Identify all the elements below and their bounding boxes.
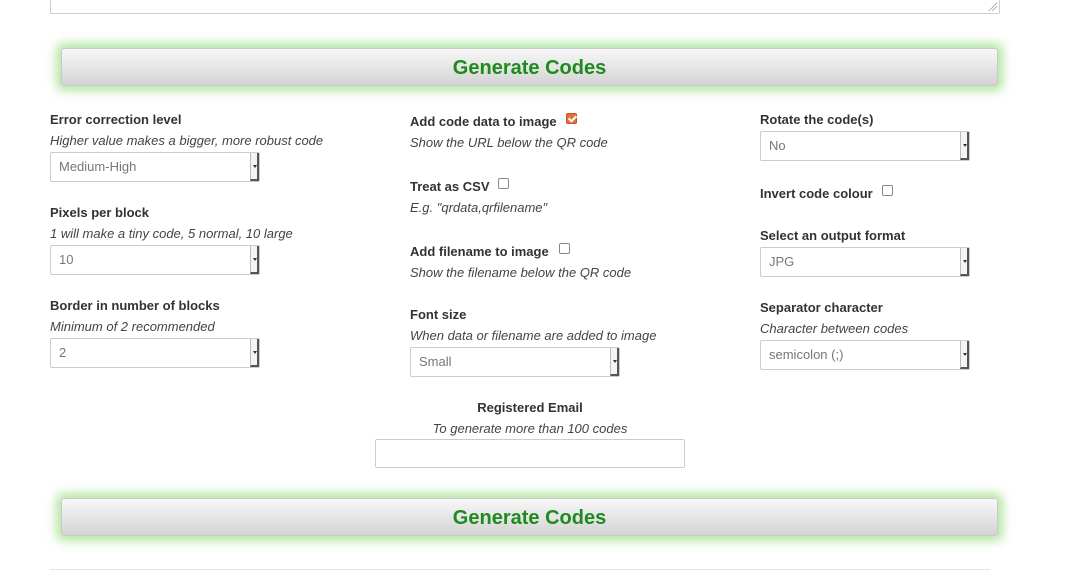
add-code-data-hint: Show the URL below the QR code [410, 135, 608, 150]
registered-email-input[interactable] [375, 439, 685, 468]
treat-csv-hint: E.g. "qrdata,qrfilename" [410, 200, 548, 215]
add-code-data-label: Add code data to image [410, 114, 557, 129]
treat-csv-checkbox[interactable] [498, 178, 509, 189]
rotate-select[interactable]: No [760, 131, 970, 161]
font-size-label: Font size [410, 307, 467, 322]
chevron-down-icon [250, 339, 259, 367]
invert-colour-label: Invert code colour [760, 186, 873, 201]
pixels-per-block-hint: 1 will make a tiny code, 5 normal, 10 la… [50, 226, 293, 241]
chevron-down-icon [960, 341, 969, 369]
treat-csv-label: Treat as CSV [410, 179, 490, 194]
rotate-value: No [769, 138, 786, 153]
font-size-value: Small [419, 354, 452, 369]
invert-colour-checkbox[interactable] [882, 185, 893, 196]
divider [50, 569, 990, 570]
error-correction-hint: Higher value makes a bigger, more robust… [50, 133, 324, 148]
chevron-down-icon [610, 348, 619, 376]
output-format-select[interactable]: JPG [760, 247, 970, 277]
border-blocks-hint: Minimum of 2 recommended [50, 319, 215, 334]
error-correction-value: Medium-High [59, 159, 137, 174]
add-filename-label: Add filename to image [410, 244, 549, 259]
chevron-down-icon [250, 153, 259, 181]
chevron-down-icon [960, 248, 969, 276]
separator-hint: Character between codes [760, 321, 909, 336]
error-correction-label: Error correction level [50, 112, 182, 127]
resize-grip-icon[interactable] [988, 2, 997, 11]
separator-label: Separator character [760, 300, 883, 315]
error-correction-select[interactable]: Medium-High [50, 152, 260, 182]
registered-email-hint: To generate more than 100 codes [432, 421, 628, 436]
chevron-down-icon [250, 246, 259, 274]
border-blocks-value: 2 [59, 345, 67, 360]
add-code-data-checkbox[interactable] [566, 113, 577, 124]
generate-codes-button-bottom[interactable]: Generate Codes [61, 498, 998, 536]
chevron-down-icon [960, 132, 969, 160]
add-filename-hint: Show the filename below the QR code [410, 265, 632, 280]
pixels-per-block-select[interactable]: 10 [50, 245, 260, 275]
font-size-select[interactable]: Small [410, 347, 620, 377]
rotate-label: Rotate the code(s) [760, 112, 874, 127]
separator-value: semicolon (;) [769, 347, 844, 362]
border-blocks-select[interactable]: 2 [50, 338, 260, 368]
font-size-hint: When data or filename are added to image [410, 328, 657, 343]
border-blocks-label: Border in number of blocks [50, 298, 220, 313]
registered-email-label: Registered Email [477, 400, 583, 415]
separator-select[interactable]: semicolon (;) [760, 340, 970, 370]
add-filename-checkbox[interactable] [559, 243, 570, 254]
codes-textarea[interactable] [50, 0, 1000, 14]
generate-codes-button-top[interactable]: Generate Codes [61, 48, 998, 86]
output-format-label: Select an output format [760, 228, 906, 243]
pixels-per-block-value: 10 [59, 252, 74, 267]
output-format-value: JPG [769, 254, 795, 269]
pixels-per-block-label: Pixels per block [50, 205, 149, 220]
